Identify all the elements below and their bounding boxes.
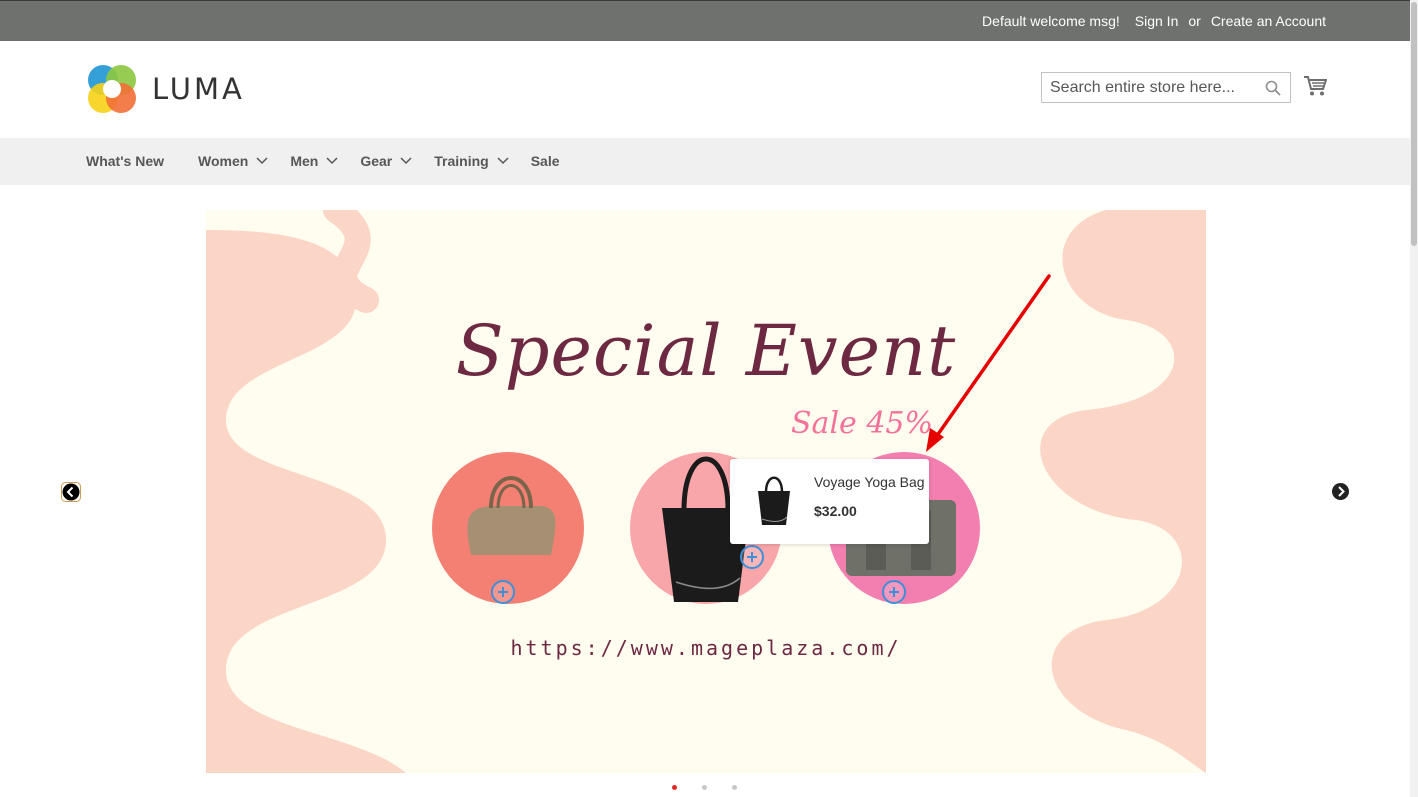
product-tooltip[interactable]: Voyage Yoga Bag $32.00 bbox=[730, 459, 929, 544]
carousel-dot[interactable] bbox=[732, 785, 737, 790]
carousel-dots bbox=[672, 785, 737, 790]
banner-background bbox=[206, 210, 1206, 773]
nav-item-men[interactable]: Men bbox=[290, 153, 338, 169]
chevron-down-icon bbox=[400, 157, 412, 165]
nav-item-label: Gear bbox=[360, 153, 393, 169]
header: LUMA bbox=[0, 41, 1410, 138]
hotspot-plus-icon[interactable] bbox=[882, 580, 906, 604]
banner-title: Special Event bbox=[455, 310, 957, 392]
search-input[interactable] bbox=[1042, 73, 1252, 102]
nav-item-label: Training bbox=[434, 153, 489, 169]
search-icon[interactable] bbox=[1265, 80, 1281, 96]
carousel-dot[interactable] bbox=[672, 785, 677, 790]
scrollbar-thumb[interactable] bbox=[1411, 2, 1417, 246]
banner-slide: Special Event Sale 45% https://www.magep… bbox=[206, 210, 1206, 773]
sign-in-link[interactable]: Sign In bbox=[1135, 13, 1179, 29]
cart-icon[interactable] bbox=[1303, 75, 1327, 97]
carousel-dot[interactable] bbox=[702, 785, 707, 790]
nav-item-label: Women bbox=[198, 153, 249, 169]
chevron-down-icon bbox=[326, 157, 338, 165]
banner-url: https://www.mageplaza.com/ bbox=[510, 636, 902, 660]
nav-item-training[interactable]: Training bbox=[434, 153, 509, 169]
logo[interactable]: LUMA bbox=[86, 63, 256, 115]
nav-item-gear[interactable]: Gear bbox=[360, 153, 412, 169]
banner-sale-text: Sale 45% bbox=[791, 406, 934, 441]
or-separator: or bbox=[1188, 13, 1201, 29]
previous-slide-icon[interactable] bbox=[61, 482, 81, 502]
chevron-down-icon bbox=[497, 157, 509, 165]
nav-item-women[interactable]: Women bbox=[198, 153, 268, 169]
search-box bbox=[1041, 72, 1291, 103]
nav-item-label: What's New bbox=[86, 153, 165, 169]
main-navigation: What's New Women Men Gear Training Sale bbox=[0, 138, 1410, 185]
product-name[interactable]: Voyage Yoga Bag bbox=[814, 474, 925, 490]
welcome-message: Default welcome msg! bbox=[982, 13, 1120, 29]
create-account-link[interactable]: Create an Account bbox=[1211, 13, 1326, 29]
nav-item-sale[interactable]: Sale bbox=[531, 153, 560, 169]
page: Default welcome msg! Sign In or Create a… bbox=[0, 0, 1418, 797]
nav-item-label: Sale bbox=[530, 153, 560, 169]
hotspot-plus-icon[interactable] bbox=[491, 580, 515, 604]
header-links: Default welcome msg! Sign In or Create a… bbox=[982, 13, 1326, 29]
logo-text: LUMA bbox=[152, 72, 245, 106]
luma-logo-icon bbox=[88, 65, 136, 113]
nav-item-label: Men bbox=[290, 153, 319, 169]
next-slide-icon[interactable] bbox=[1331, 482, 1350, 501]
product-price: $32.00 bbox=[814, 503, 857, 519]
top-bar: Default welcome msg! Sign In or Create a… bbox=[0, 0, 1410, 41]
nav-item-whats-new[interactable]: What's New bbox=[86, 153, 164, 169]
chevron-down-icon bbox=[256, 157, 268, 165]
product-thumbnail bbox=[758, 476, 790, 525]
page-scrollbar[interactable] bbox=[1410, 0, 1418, 797]
hotspot-plus-icon[interactable] bbox=[740, 545, 764, 569]
